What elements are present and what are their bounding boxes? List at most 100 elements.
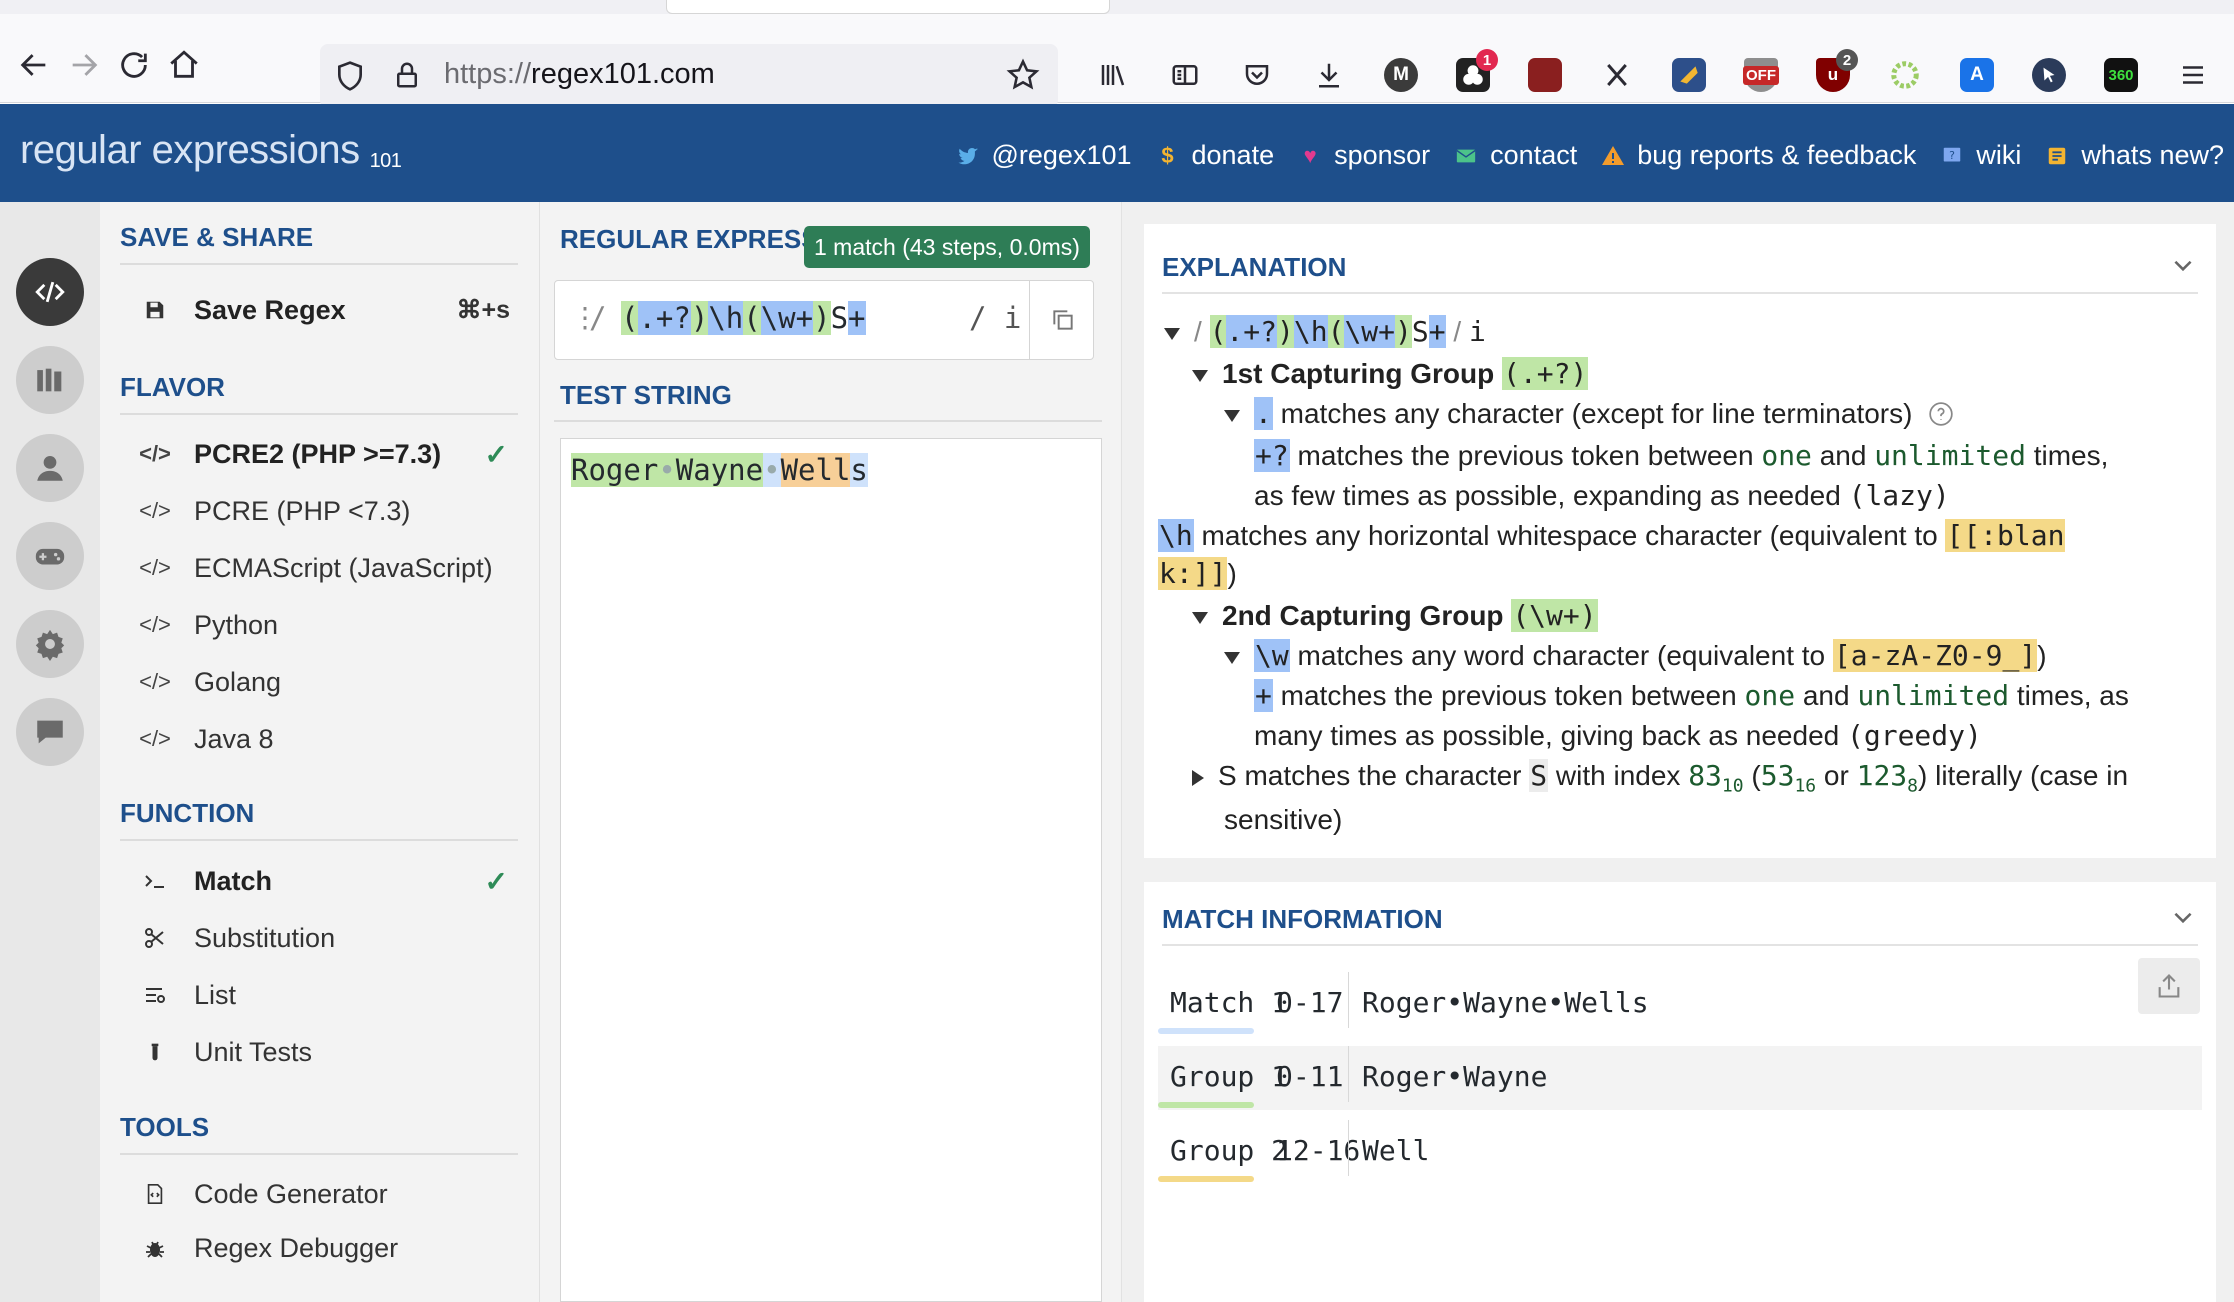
- regex-token: \h: [1293, 315, 1328, 348]
- reader-view-icon[interactable]: [1168, 58, 1202, 92]
- function-label: Match: [194, 865, 273, 896]
- sponsor-link[interactable]: ♥ sponsor: [1298, 140, 1431, 171]
- function-item-substitution[interactable]: Substitution: [140, 916, 520, 960]
- pocket-icon[interactable]: [1240, 58, 1274, 92]
- function-item-match[interactable]: Match ✓: [140, 859, 520, 903]
- library-rail-button[interactable]: [16, 346, 84, 414]
- flavor-item-python[interactable]: </> Python: [139, 603, 520, 647]
- explanation-text: or: [1823, 760, 1849, 791]
- notification-badge: 1: [1476, 49, 1498, 71]
- flavor-item-ecmascript[interactable]: </> ECMAScript (JavaScript): [139, 546, 520, 590]
- translate-icon[interactable]: A: [1960, 58, 1994, 92]
- regex-token: \w+: [760, 301, 814, 335]
- tool-item-regex-debugger[interactable]: Regex Debugger: [140, 1226, 520, 1270]
- extension-icon[interactable]: 360: [2104, 58, 2138, 92]
- regex-delimiter: /: [1453, 316, 1462, 347]
- flask-icon: [140, 1040, 170, 1064]
- explanation-text: and: [1802, 680, 1850, 711]
- regex-token: +?: [1254, 439, 1290, 472]
- explanation-text: as few times as possible, expanding as n…: [1254, 480, 1841, 511]
- quiz-rail-button[interactable]: [16, 522, 84, 590]
- flavor-item-pcre2[interactable]: </> PCRE2 (PHP >=7.3) ✓: [139, 432, 520, 476]
- lock-icon[interactable]: [392, 58, 422, 92]
- explanation-root[interactable]: / (.+?)\h(\w+)S+ / i: [1164, 314, 1486, 350]
- group-row[interactable]: Group 2 12-16 Well: [1158, 1120, 2202, 1186]
- function-item-unit-tests[interactable]: Unit Tests: [140, 1030, 520, 1074]
- copy-regex-button[interactable]: [1029, 281, 1095, 359]
- tools-heading: TOOLS: [120, 1112, 518, 1155]
- ublock-icon[interactable]: u 2: [1816, 49, 1858, 92]
- collapse-chevron-icon[interactable]: [2170, 904, 2196, 930]
- flavor-item-golang[interactable]: </> Golang: [139, 660, 520, 704]
- function-item-list[interactable]: List: [140, 973, 520, 1017]
- collapsed-triangle-icon[interactable]: [1192, 769, 1204, 786]
- extension-icon[interactable]: [1672, 58, 1706, 92]
- explanation-literal-s[interactable]: S matches the character S with index 831…: [1192, 758, 2128, 805]
- expand-triangle-icon[interactable]: [1224, 651, 1240, 664]
- expand-triangle-icon[interactable]: [1164, 327, 1180, 340]
- extension-icon[interactable]: 1: [1456, 49, 1498, 92]
- keyword: one: [1744, 679, 1796, 712]
- tracking-shield-icon[interactable]: [334, 60, 366, 92]
- twitter-link-label: @regex101: [991, 140, 1132, 170]
- explanation-panel: EXPLANATION / (.+?)\h(\w+)S+ / i 1st Cap…: [1144, 224, 2216, 858]
- regex-input[interactable]: ⋮ / (.+?)\h(\w+)S+ / i: [554, 280, 1094, 360]
- tool-label: Code Generator: [194, 1178, 388, 1209]
- keyword: unlimited: [1857, 679, 2010, 712]
- regex-editor-rail-button[interactable]: [16, 258, 84, 326]
- settings-rail-button[interactable]: [16, 610, 84, 678]
- back-arrow-icon[interactable]: [10, 41, 58, 89]
- group-row[interactable]: Group 1 0-11 Roger•Wayne: [1158, 1046, 2202, 1112]
- test-string-text[interactable]: Roger•Wayne•Wells: [571, 453, 868, 487]
- bug-reports-link[interactable]: bug reports & feedback: [1601, 140, 1916, 171]
- character-class: k:]]: [1158, 557, 1228, 590]
- forward-arrow-icon[interactable]: [60, 41, 108, 89]
- library-icon[interactable]: [1096, 58, 1130, 92]
- warning-icon: [1601, 144, 1625, 168]
- test-string-input[interactable]: Roger•Wayne•Wells: [560, 438, 1102, 1302]
- explanation-group-1[interactable]: 1st Capturing Group (.+?): [1192, 356, 1589, 392]
- hamburger-menu-icon[interactable]: [2176, 58, 2210, 92]
- account-rail-button[interactable]: [16, 434, 84, 502]
- explanation-group-2[interactable]: 2nd Capturing Group (\w+): [1192, 598, 1598, 634]
- match-row[interactable]: Match 1 0-17 Roger•Wayne•Wells: [1158, 972, 2202, 1038]
- regex-token: \w: [1254, 639, 1290, 672]
- function-label: List: [194, 979, 237, 1010]
- extension-icon[interactable]: [1888, 58, 1922, 92]
- editor-column: REGULAR EXPRESSI 1 match (43 steps, 0.0m…: [540, 202, 1122, 1302]
- keyword: one: [1761, 439, 1812, 472]
- tool-item-code-generator[interactable]: Code Generator: [140, 1172, 520, 1216]
- expand-triangle-icon[interactable]: [1192, 369, 1208, 382]
- download-icon[interactable]: [1312, 58, 1346, 92]
- url-text[interactable]: https://regex101.com: [444, 58, 715, 91]
- regex-flags[interactable]: / i: [969, 301, 1021, 335]
- active-tab[interactable]: [666, 0, 1110, 14]
- save-regex-button[interactable]: Save Regex ⌘+s: [140, 288, 520, 332]
- function-label: Unit Tests: [194, 1036, 313, 1067]
- twitter-link[interactable]: @regex101: [956, 140, 1132, 171]
- site-logo[interactable]: regular expressions 101: [20, 128, 402, 173]
- donate-link[interactable]: $ donate: [1156, 140, 1274, 171]
- cursor-extension-icon[interactable]: [2032, 58, 2066, 92]
- m-extension-icon[interactable]: M: [1384, 58, 1418, 92]
- expand-triangle-icon[interactable]: [1192, 611, 1208, 624]
- extension-icon[interactable]: [1528, 58, 1562, 92]
- bookmark-star-icon[interactable]: [1006, 58, 1040, 92]
- extension-icon[interactable]: [1600, 58, 1634, 92]
- reload-icon[interactable]: [110, 41, 158, 89]
- home-icon[interactable]: [160, 41, 208, 89]
- flavor-item-pcre[interactable]: </> PCRE (PHP <7.3): [139, 489, 520, 533]
- heart-icon: ♥: [1303, 142, 1317, 168]
- regex-pattern[interactable]: (.+?)\h(\w+)S+: [621, 301, 866, 335]
- contact-link[interactable]: contact: [1454, 140, 1577, 171]
- expand-triangle-icon[interactable]: [1224, 409, 1240, 422]
- flavor-item-java8[interactable]: </> Java 8: [139, 717, 520, 761]
- help-icon[interactable]: [1928, 401, 1954, 427]
- collapse-chevron-icon[interactable]: [2170, 252, 2196, 278]
- regex-token: (: [1209, 315, 1227, 348]
- wiki-link[interactable]: ? wiki: [1940, 140, 2021, 171]
- explanation-lazy: +? matches the previous token between on…: [1254, 438, 2108, 474]
- extension-icon[interactable]: OFF: [1743, 58, 1779, 92]
- whats-new-link[interactable]: whats new?: [2045, 140, 2224, 171]
- feedback-rail-button[interactable]: [16, 698, 84, 766]
